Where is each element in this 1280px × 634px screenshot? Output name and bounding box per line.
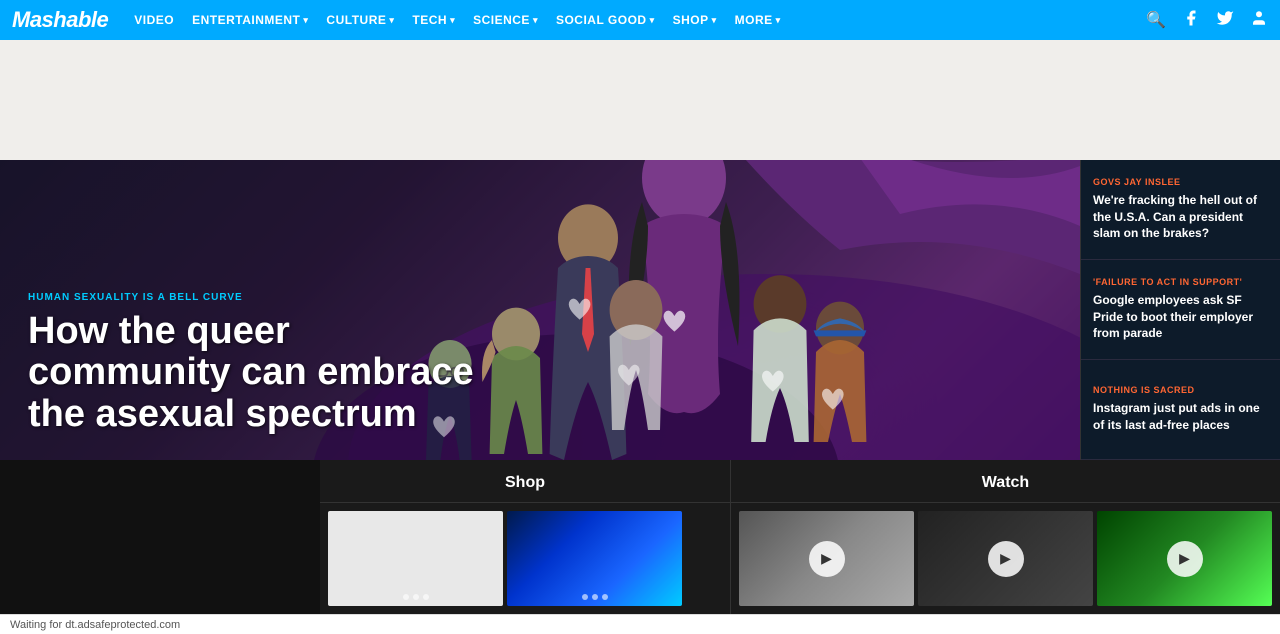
hero-title: How the queer community can embrace the … — [28, 311, 498, 436]
chevron-down-icon: ▾ — [533, 15, 538, 26]
carousel-dots-2 — [582, 594, 608, 600]
sidebar-title-2: Google employees ask SF Pride to boot th… — [1093, 292, 1268, 342]
play-button-3[interactable]: ▶ — [1167, 541, 1203, 577]
nav-item-tech[interactable]: TECH ▾ — [404, 0, 463, 40]
play-button-1[interactable]: ▶ — [809, 541, 845, 577]
hero-text: HUMAN SEXUALITY IS A BELL CURVE How the … — [28, 292, 498, 436]
user-icon[interactable] — [1250, 9, 1268, 32]
chevron-down-icon: ▾ — [776, 15, 781, 26]
sidebar-tag-2: 'FAILURE TO ACT IN SUPPORT' — [1093, 277, 1268, 287]
site-logo[interactable]: Mashable — [12, 7, 108, 33]
status-bar: Waiting for dt.adsafeprotected.com — [0, 614, 1280, 634]
watch-thumb-1[interactable]: ▶ — [739, 511, 914, 606]
navbar: Mashable VIDEO ENTERTAINMENT ▾ CULTURE ▾… — [0, 0, 1280, 40]
sidebar-article-1[interactable]: GOVS JAY INSLEE We're fracking the hell … — [1081, 160, 1280, 260]
sidebar-tag-3: NOTHING IS SACRED — [1093, 385, 1268, 395]
nav-item-culture[interactable]: CULTURE ▾ — [318, 0, 402, 40]
dot-3 — [423, 594, 429, 600]
watch-header: Watch — [731, 460, 1280, 503]
watch-thumbnails: ▶ ▶ ▶ — [731, 503, 1280, 614]
hero-section: HUMAN SEXUALITY IS A BELL CURVE How the … — [0, 160, 1280, 460]
hero-sidebar: GOVS JAY INSLEE We're fracking the hell … — [1080, 160, 1280, 460]
sidebar-article-3[interactable]: NOTHING IS SACRED Instagram just put ads… — [1081, 360, 1280, 460]
sidebar-title-1: We're fracking the hell out of the U.S.A… — [1093, 192, 1268, 242]
watch-thumb-3[interactable]: ▶ — [1097, 511, 1272, 606]
shop-thumb-2[interactable] — [507, 511, 682, 606]
shop-thumbnails — [320, 503, 730, 614]
chevron-down-icon: ▾ — [650, 15, 655, 26]
nav-item-shop[interactable]: SHOP ▾ — [665, 0, 725, 40]
chevron-down-icon: ▾ — [303, 15, 308, 26]
sidebar-tag-1: GOVS JAY INSLEE — [1093, 177, 1268, 187]
bottom-section: Shop Watch ▶ — [0, 460, 1280, 614]
dot-3 — [602, 594, 608, 600]
status-text: Waiting for dt.adsafeprotected.com — [10, 619, 180, 631]
nav-item-entertainment[interactable]: ENTERTAINMENT ▾ — [184, 0, 316, 40]
ad-banner — [0, 40, 1280, 160]
chevron-down-icon: ▾ — [389, 15, 394, 26]
dot-2 — [413, 594, 419, 600]
dot-1 — [403, 594, 409, 600]
nav-item-video[interactable]: VIDEO — [126, 0, 182, 40]
facebook-icon[interactable] — [1182, 9, 1200, 32]
hero-main-article[interactable]: HUMAN SEXUALITY IS A BELL CURVE How the … — [0, 160, 1080, 460]
sidebar-article-2[interactable]: 'FAILURE TO ACT IN SUPPORT' Google emplo… — [1081, 260, 1280, 360]
nav-item-science[interactable]: SCIENCE ▾ — [465, 0, 546, 40]
bottom-left-panel — [0, 460, 320, 614]
nav-item-social-good[interactable]: SOCIAL GOOD ▾ — [548, 0, 663, 40]
sidebar-title-3: Instagram just put ads in one of its las… — [1093, 400, 1268, 434]
twitter-icon[interactable] — [1216, 9, 1234, 32]
chevron-down-icon: ▾ — [450, 15, 455, 26]
shop-section: Shop — [320, 460, 731, 614]
nav-icons: 🔍 — [1146, 9, 1268, 32]
shop-thumb-1[interactable] — [328, 511, 503, 606]
watch-thumb-2[interactable]: ▶ — [918, 511, 1093, 606]
dot-1 — [582, 594, 588, 600]
dot-2 — [592, 594, 598, 600]
watch-section: Watch ▶ ▶ ▶ — [731, 460, 1280, 614]
carousel-dots — [403, 594, 429, 600]
search-icon[interactable]: 🔍 — [1146, 10, 1166, 30]
shop-header: Shop — [320, 460, 730, 503]
nav-links: VIDEO ENTERTAINMENT ▾ CULTURE ▾ TECH ▾ S… — [126, 0, 1146, 40]
play-button-2[interactable]: ▶ — [988, 541, 1024, 577]
hero-category: HUMAN SEXUALITY IS A BELL CURVE — [28, 292, 498, 303]
chevron-down-icon: ▾ — [712, 15, 717, 26]
nav-item-more[interactable]: MORE ▾ — [727, 0, 789, 40]
